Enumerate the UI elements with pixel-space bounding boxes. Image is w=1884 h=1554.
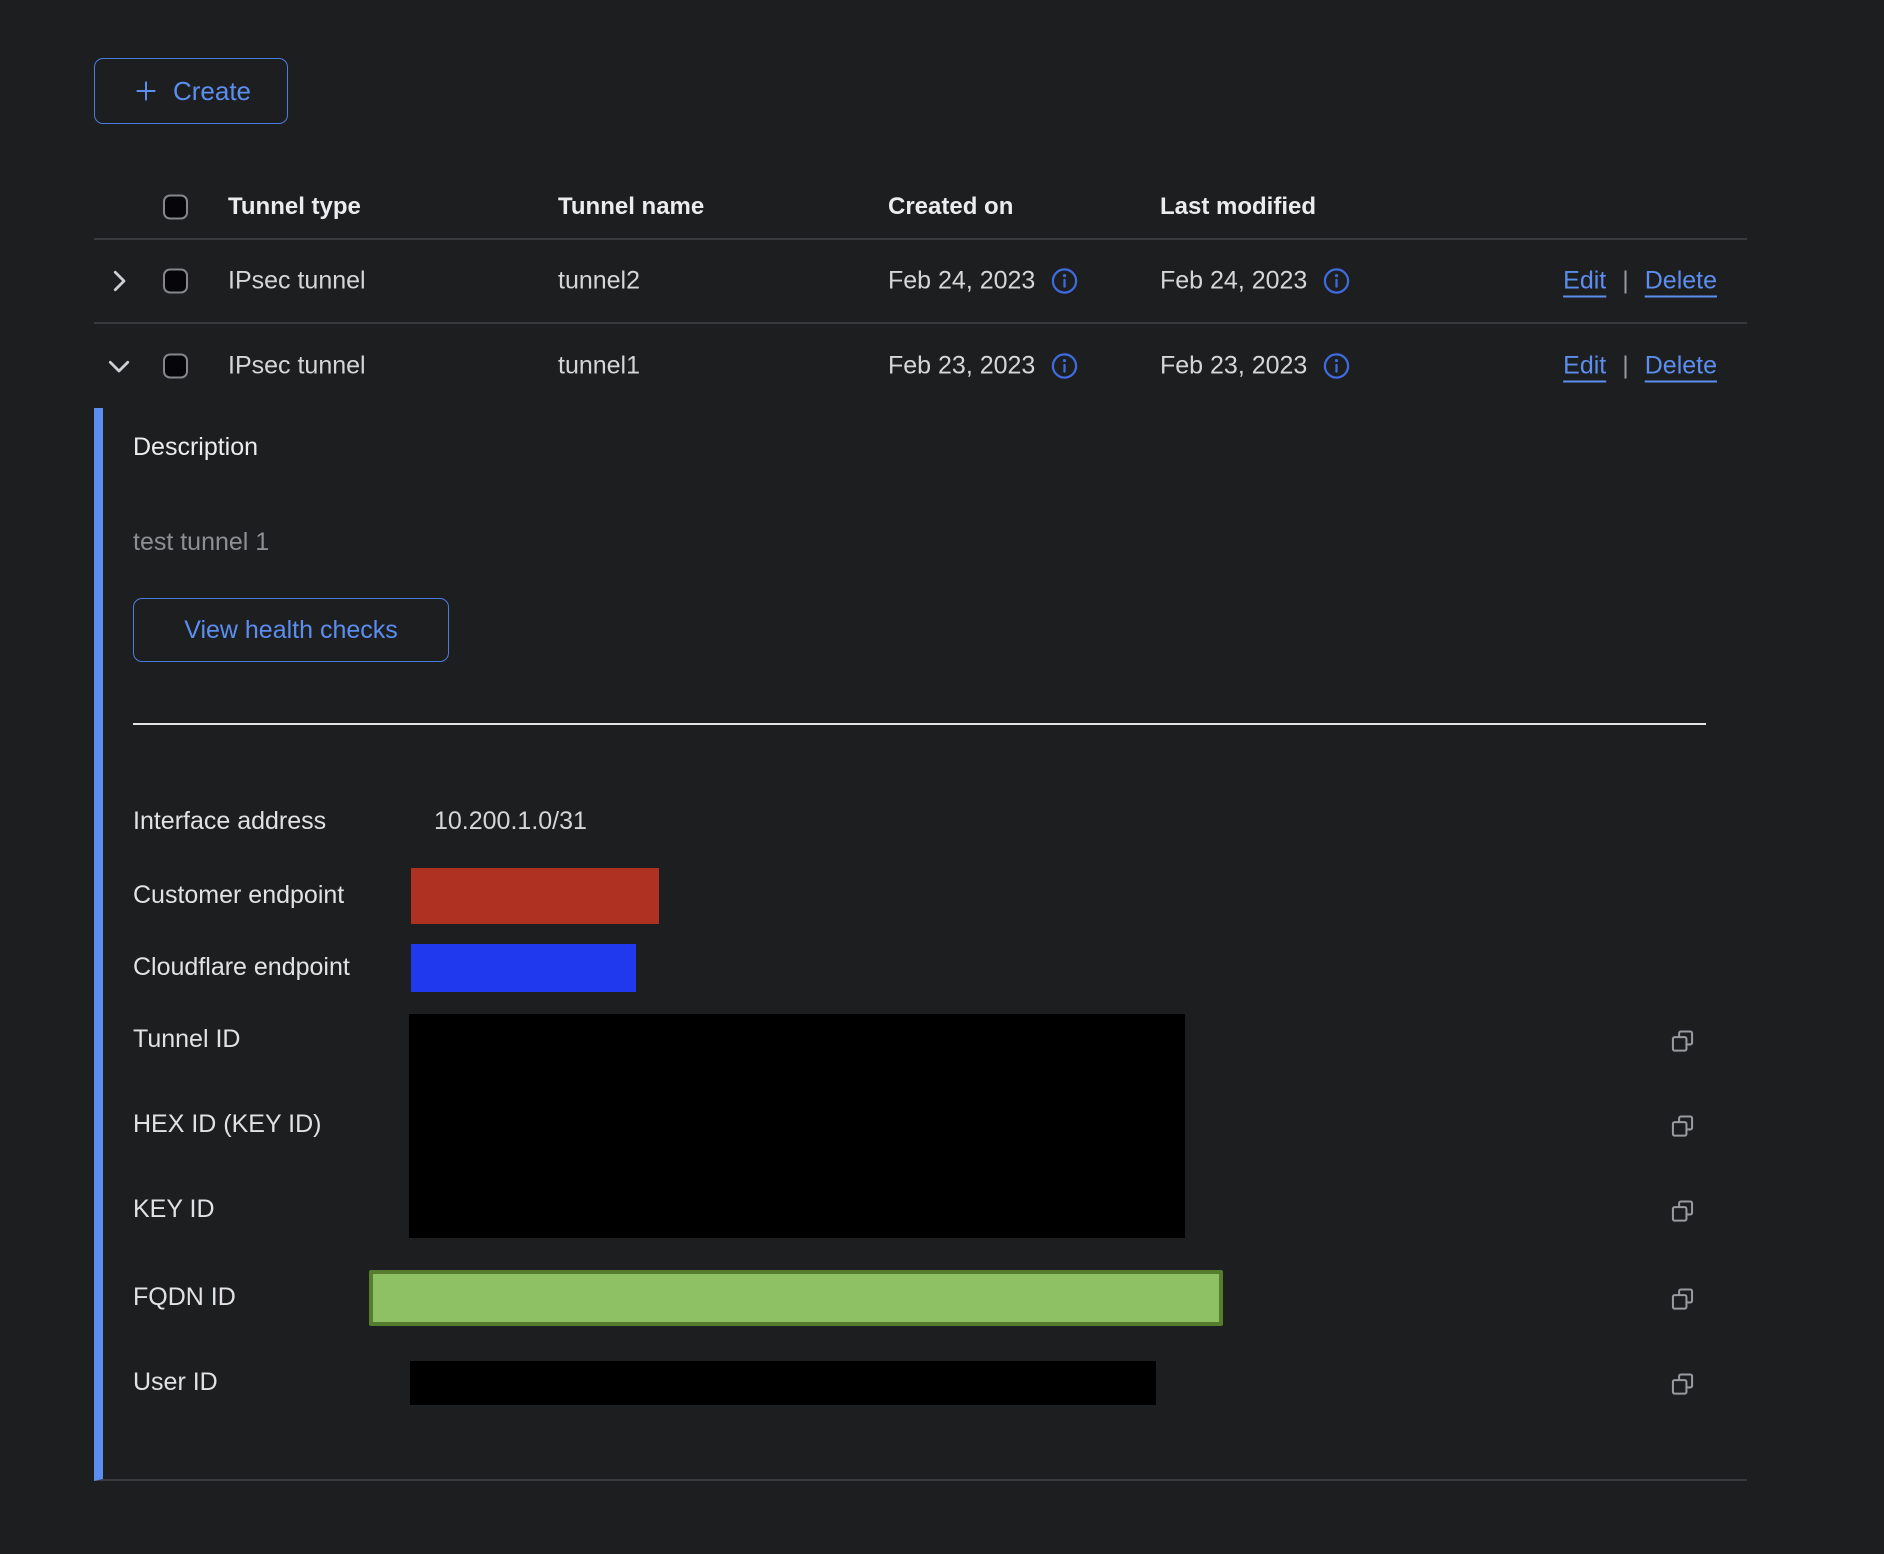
redacted-user-id: [410, 1361, 1156, 1405]
tunnels-page: Create Tunnel type Tunnel name Created o…: [0, 0, 1884, 1554]
row-actions: Edit | Delete: [1563, 352, 1717, 381]
created-on-cell: Feb 23, 2023: [888, 352, 1078, 381]
last-modified-cell: Feb 23, 2023: [1160, 352, 1350, 381]
tunnel-type-cell: IPsec tunnel: [228, 352, 366, 381]
field-label-cloudflare-endpoint: Cloudflare endpoint: [133, 953, 350, 982]
header-created-on: Created on: [888, 193, 1013, 221]
select-all-checkbox[interactable]: [163, 195, 188, 220]
field-label-interface-address: Interface address: [133, 807, 326, 836]
table-header: Tunnel type Tunnel name Created on Last …: [94, 176, 1747, 240]
delete-link[interactable]: Delete: [1645, 352, 1717, 381]
view-health-checks-button[interactable]: View health checks: [133, 598, 449, 662]
redacted-customer-endpoint: [411, 868, 659, 924]
description-value: test tunnel 1: [133, 528, 269, 557]
copy-icon[interactable]: [1669, 1027, 1696, 1054]
field-label-user-id: User ID: [133, 1368, 218, 1397]
info-icon[interactable]: [1051, 268, 1078, 295]
plus-icon: [131, 76, 161, 106]
table-row: IPsec tunnel tunnel1 Feb 23, 2023 Feb 23…: [94, 324, 1747, 408]
field-label-customer-endpoint: Customer endpoint: [133, 881, 344, 910]
copy-icon[interactable]: [1669, 1285, 1696, 1312]
section-divider: [133, 723, 1706, 725]
last-modified-date: Feb 24, 2023: [1160, 267, 1307, 296]
action-separator: |: [1622, 267, 1629, 296]
field-label-hex-id: HEX ID (KEY ID): [133, 1110, 321, 1139]
expanded-row-panel: Description test tunnel 1 View health ch…: [94, 408, 1747, 1481]
row-actions: Edit | Delete: [1563, 267, 1717, 296]
create-button[interactable]: Create: [94, 58, 288, 124]
chevron-down-icon[interactable]: [104, 351, 134, 381]
create-button-label: Create: [173, 76, 251, 107]
edit-link[interactable]: Edit: [1563, 352, 1606, 381]
created-on-cell: Feb 24, 2023: [888, 267, 1078, 296]
header-tunnel-type: Tunnel type: [228, 193, 361, 221]
info-icon[interactable]: [1323, 268, 1350, 295]
table-row: IPsec tunnel tunnel2 Feb 24, 2023 Feb 24…: [94, 240, 1747, 324]
header-tunnel-name: Tunnel name: [558, 193, 704, 221]
header-last-modified: Last modified: [1160, 193, 1316, 221]
created-on-date: Feb 24, 2023: [888, 267, 1035, 296]
tunnel-name-cell: tunnel2: [558, 267, 640, 296]
last-modified-date: Feb 23, 2023: [1160, 352, 1307, 381]
created-on-date: Feb 23, 2023: [888, 352, 1035, 381]
last-modified-cell: Feb 24, 2023: [1160, 267, 1350, 296]
field-label-key-id: KEY ID: [133, 1195, 215, 1224]
description-label: Description: [133, 433, 258, 462]
copy-icon[interactable]: [1669, 1112, 1696, 1139]
info-icon[interactable]: [1051, 353, 1078, 380]
action-separator: |: [1622, 352, 1629, 381]
row-checkbox[interactable]: [163, 269, 188, 294]
redacted-fqdn-id: [369, 1270, 1223, 1326]
row-checkbox[interactable]: [163, 354, 188, 379]
tunnel-name-cell: tunnel1: [558, 352, 640, 381]
redacted-cloudflare-endpoint: [411, 944, 636, 992]
info-icon[interactable]: [1323, 353, 1350, 380]
copy-icon[interactable]: [1669, 1370, 1696, 1397]
chevron-right-icon[interactable]: [104, 266, 134, 296]
redacted-id-values: [409, 1014, 1185, 1238]
field-label-tunnel-id: Tunnel ID: [133, 1025, 240, 1054]
edit-link[interactable]: Edit: [1563, 267, 1606, 296]
field-value-interface-address: 10.200.1.0/31: [434, 807, 587, 836]
delete-link[interactable]: Delete: [1645, 267, 1717, 296]
field-label-fqdn-id: FQDN ID: [133, 1283, 236, 1312]
copy-icon[interactable]: [1669, 1197, 1696, 1224]
tunnel-type-cell: IPsec tunnel: [228, 267, 366, 296]
